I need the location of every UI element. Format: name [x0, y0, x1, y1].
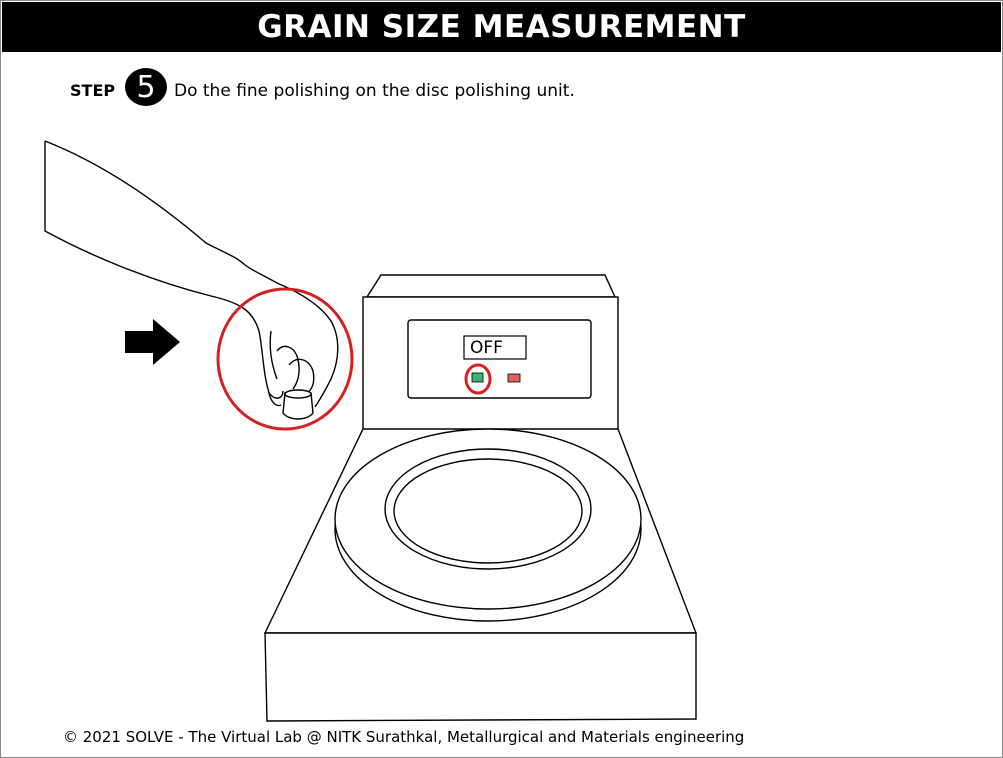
footer-copyright: © 2021 SOLVE - The Virtual Lab @ NITK Su…: [63, 728, 745, 746]
status-display-text: OFF: [470, 338, 503, 358]
power-on-button[interactable]: [471, 372, 484, 383]
lab-frame: GRAIN SIZE MEASUREMENT STEP 5 Do the fin…: [0, 0, 1003, 758]
hand-illustration: [44, 140, 339, 420]
arrow-right-icon: [125, 319, 180, 365]
power-off-button[interactable]: [507, 373, 521, 383]
polishing-scene: [44, 140, 698, 722]
